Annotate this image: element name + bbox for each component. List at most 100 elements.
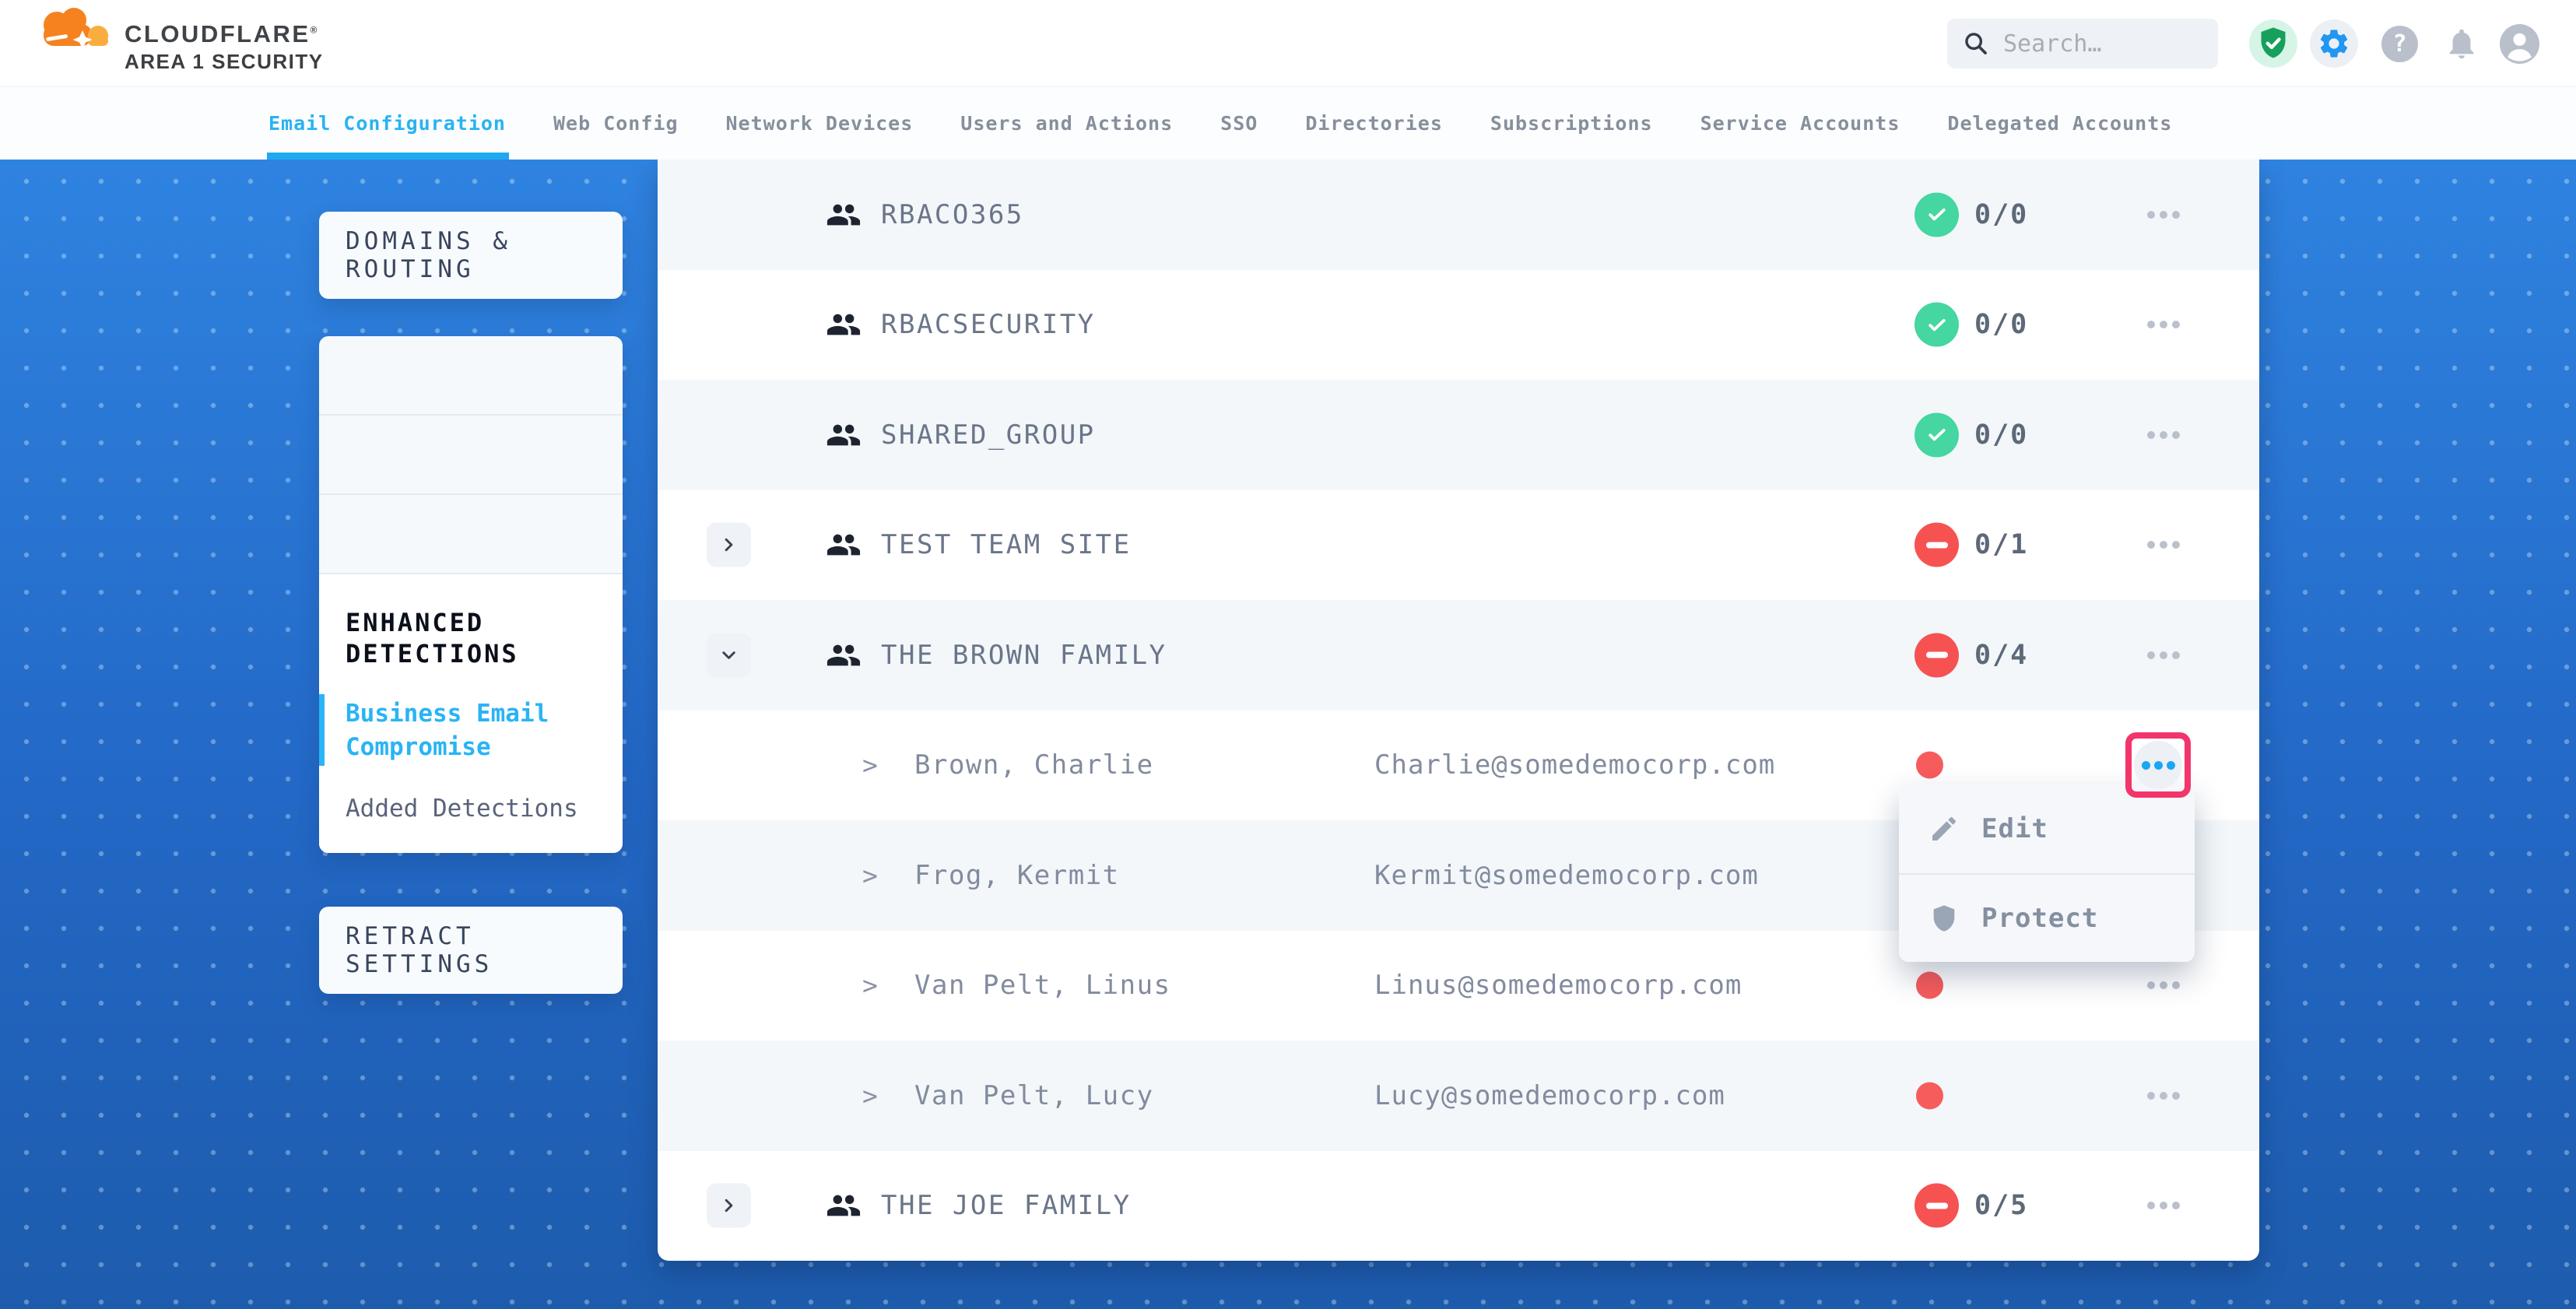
sidebar-section-enhanced-detections: ENHANCED DETECTIONS Business Email Compr… bbox=[319, 574, 623, 853]
group-name: THE JOE FAMILY bbox=[881, 1190, 1132, 1221]
protection-count: 0/0 bbox=[1974, 309, 2028, 340]
protection-count: 0/0 bbox=[1974, 419, 2028, 451]
table-row[interactable]: SHARED_GROUP > SHARED_GROUP 0/0 bbox=[658, 380, 2259, 490]
expand-toggle-button[interactable] bbox=[707, 633, 751, 677]
sidebar-sublink[interactable]: Business Email Compromise bbox=[346, 697, 579, 764]
group-name: RBACO365 bbox=[881, 199, 1024, 230]
tab[interactable]: Delegated Accounts bbox=[1947, 87, 2172, 160]
row-menu-button[interactable] bbox=[2129, 1072, 2199, 1119]
tab[interactable]: Web Config bbox=[553, 87, 679, 160]
row-menu-button[interactable] bbox=[2129, 1182, 2199, 1229]
context-menu-item[interactable]: Protect bbox=[1899, 873, 2195, 962]
sidebar-sublink-label: Business Email Compromise bbox=[346, 700, 549, 761]
help-icon[interactable]: ? bbox=[2381, 26, 2418, 62]
secondary-tabs: Email Configuration Web Config Network Dev… bbox=[0, 87, 2576, 160]
tab[interactable]: Service Accounts bbox=[1700, 87, 1900, 160]
tab-label: Users and Actions bbox=[960, 112, 1173, 135]
settings-gear-icon[interactable] bbox=[2310, 19, 2358, 68]
brand-title: CLOUDFLARE® bbox=[125, 20, 319, 48]
tab[interactable]: Users and Actions bbox=[960, 87, 1173, 160]
member-email: Linus@somedemocorp.com bbox=[1374, 970, 1742, 1001]
protection-count: 0/0 bbox=[1974, 199, 2028, 230]
tab[interactable]: Subscriptions bbox=[1490, 87, 1653, 160]
member-name: Frog, Kermit bbox=[914, 860, 1120, 891]
status-badge bbox=[1914, 633, 1959, 677]
status-badge bbox=[1914, 303, 1959, 347]
account-avatar-icon[interactable] bbox=[2500, 24, 2539, 64]
row-menu-button-highlighted[interactable] bbox=[2125, 732, 2191, 798]
context-menu-item-label: Edit bbox=[1981, 813, 2048, 844]
member-email: Kermit@somedemocorp.com bbox=[1374, 860, 1759, 891]
chevron-right-icon bbox=[718, 644, 739, 665]
minus-icon bbox=[1926, 542, 1948, 548]
member-chevron: > bbox=[862, 970, 878, 1001]
ellipsis-icon bbox=[2134, 741, 2182, 789]
sidebar-item-enhanced-detections[interactable]: ENHANCED DETECTIONS bbox=[346, 607, 595, 669]
expand-toggle-button[interactable] bbox=[707, 523, 751, 567]
member-name: Van Pelt, Linus bbox=[914, 970, 1171, 1001]
directory-table: RBACO365 > RBACO365 0/0 RBACSECURITY > bbox=[658, 160, 2259, 1261]
expand-toggle-button[interactable] bbox=[707, 1184, 751, 1228]
alert-dot bbox=[1916, 972, 1943, 999]
search-input[interactable] bbox=[2003, 30, 2202, 58]
sidebar-policies-card: ENHANCED DETECTIONS Business Email Compr… bbox=[319, 336, 623, 853]
sidebar-enhanced-links: Business Email Compromise Added Detectio… bbox=[346, 697, 601, 825]
search-icon bbox=[1963, 30, 1989, 57]
table-row[interactable]: TEST TEAM SITE > TEST TEAM SITE 0/1 bbox=[658, 490, 2259, 601]
row-menu-button[interactable] bbox=[2129, 632, 2199, 679]
tab-label: Email Configuration bbox=[268, 112, 506, 135]
search-box bbox=[1947, 19, 2218, 68]
sidebar-sublink[interactable]: Added Detections bbox=[346, 792, 579, 826]
group-name: THE BROWN FAMILY bbox=[881, 640, 1167, 671]
group-people-icon bbox=[826, 527, 862, 563]
table-row[interactable]: Van Pelt, Lucy > Van Pelt, Lucy Lucy@som… bbox=[658, 1041, 2259, 1151]
tab[interactable]: SSO bbox=[1220, 87, 1258, 160]
primary-nav bbox=[358, 0, 479, 87]
tab[interactable]: Network Devices bbox=[726, 87, 914, 160]
status-badge bbox=[1914, 523, 1959, 567]
cloudflare-logo-icon[interactable] bbox=[33, 6, 114, 48]
status-badge bbox=[1914, 412, 1959, 457]
active-indicator-bar bbox=[319, 694, 325, 766]
member-email: Charlie@somedemocorp.com bbox=[1374, 749, 1775, 781]
shield-icon bbox=[1928, 903, 1960, 934]
pencil-icon bbox=[1928, 813, 1960, 844]
minus-icon bbox=[1926, 652, 1948, 658]
background: DOMAINS & ROUTING ENHANCED DETECTIONS Bu… bbox=[0, 160, 2576, 1309]
group-name: RBACSECURITY bbox=[881, 309, 1096, 340]
row-menu-button[interactable] bbox=[2129, 412, 2199, 458]
sidebar-item[interactable] bbox=[319, 336, 623, 416]
tab-label: Subscriptions bbox=[1490, 112, 1653, 135]
tab[interactable]: Email Configuration bbox=[268, 87, 506, 160]
notifications-bell-icon[interactable] bbox=[2444, 26, 2479, 61]
group-people-icon bbox=[826, 1188, 862, 1223]
group-name: TEST TEAM SITE bbox=[881, 529, 1132, 560]
protection-status-shield-icon[interactable] bbox=[2249, 19, 2297, 68]
context-menu: Edit Protect bbox=[1899, 784, 2195, 962]
alert-dot bbox=[1916, 752, 1943, 779]
row-menu-button[interactable] bbox=[2129, 521, 2199, 568]
tab[interactable]: Directories bbox=[1305, 87, 1443, 160]
minus-icon bbox=[1926, 1202, 1948, 1209]
member-chevron: > bbox=[862, 1080, 878, 1111]
sidebar-item-domains-routing[interactable]: DOMAINS & ROUTING bbox=[319, 212, 623, 299]
chevron-right-icon bbox=[718, 1195, 739, 1216]
sidebar-item[interactable] bbox=[319, 416, 623, 495]
sidebar-item-retract-settings[interactable]: RETRACT SETTINGS bbox=[319, 907, 623, 994]
row-menu-button[interactable] bbox=[2129, 962, 2199, 1009]
table-row[interactable]: THE JOE FAMILY > THE JOE FAMILY 0/5 bbox=[658, 1151, 2259, 1262]
check-icon bbox=[1925, 203, 1949, 226]
group-people-icon bbox=[826, 307, 862, 342]
table-row[interactable]: RBACO365 > RBACO365 0/0 bbox=[658, 160, 2259, 270]
sidebar-sublink-label: Added Detections bbox=[346, 795, 578, 823]
group-people-icon bbox=[826, 417, 862, 453]
table-row[interactable]: RBACSECURITY > RBACSECURITY 0/0 bbox=[658, 270, 2259, 381]
row-menu-button[interactable] bbox=[2129, 301, 2199, 348]
sidebar-item[interactable] bbox=[319, 495, 623, 574]
sidebar-policy-items bbox=[319, 336, 623, 574]
row-menu-button[interactable] bbox=[2129, 191, 2199, 238]
table-row[interactable]: THE BROWN FAMILY > THE BROWN FAMILY 0/4 bbox=[658, 600, 2259, 711]
check-icon bbox=[1925, 423, 1949, 447]
group-people-icon bbox=[826, 197, 862, 233]
alert-dot bbox=[1916, 1082, 1943, 1109]
